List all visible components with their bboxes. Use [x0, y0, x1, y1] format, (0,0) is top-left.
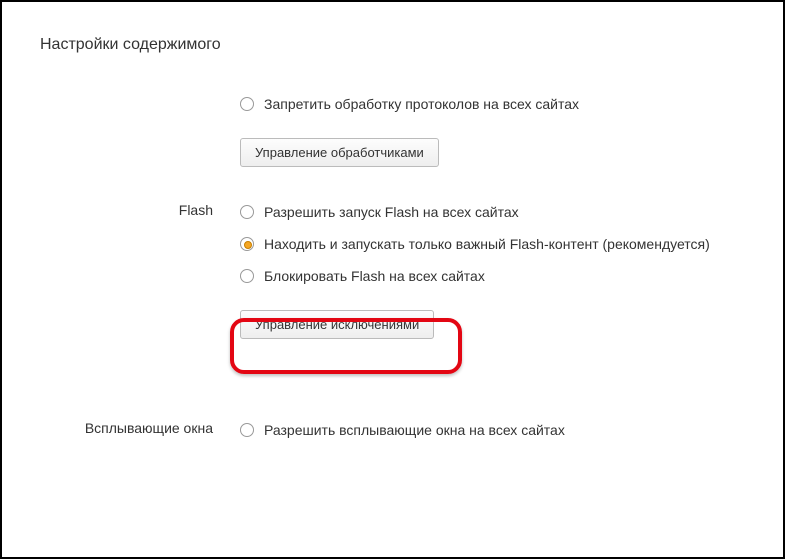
radio-label: Находить и запускать только важный Flash… — [264, 236, 710, 252]
radio-flash-block-all[interactable]: Блокировать Flash на всех сайтах — [240, 260, 765, 292]
radio-block-protocols[interactable]: Запретить обработку протоколов на всех с… — [240, 88, 765, 120]
radio-label: Разрешить запуск Flash на всех сайтах — [264, 204, 519, 220]
radio-popups-block-all[interactable]: Блокировать всплывающие окна на всех сай… — [240, 446, 765, 455]
radio-icon — [240, 205, 254, 219]
radio-label: Разрешить всплывающие окна на всех сайта… — [264, 422, 565, 438]
protocols-options: Запретить обработку протоколов на всех с… — [240, 88, 765, 167]
radio-flash-allow-all[interactable]: Разрешить запуск Flash на всех сайтах — [240, 196, 765, 228]
page-title: Настройки содержимого — [40, 36, 221, 54]
flash-options: Разрешить запуск Flash на всех сайтах На… — [240, 196, 765, 339]
popups-options: Разрешить всплывающие окна на всех сайта… — [240, 414, 765, 455]
radio-icon — [240, 269, 254, 283]
radio-icon — [240, 97, 254, 111]
radio-label: Запретить обработку протоколов на всех с… — [264, 96, 579, 112]
manage-handlers-button[interactable]: Управление обработчиками — [240, 138, 439, 167]
radio-flash-detect-important[interactable]: Находить и запускать только важный Flash… — [240, 228, 765, 260]
radio-label: Блокировать Flash на всех сайтах — [264, 268, 485, 284]
radio-icon — [240, 423, 254, 437]
radio-popups-allow-all[interactable]: Разрешить всплывающие окна на всех сайта… — [240, 414, 765, 446]
settings-frame: Настройки содержимого Запретить обработк… — [0, 0, 785, 559]
flash-section-label: Flash — [13, 202, 213, 218]
manage-flash-exceptions-button[interactable]: Управление исключениями — [240, 310, 434, 339]
popups-section-label: Всплывающие окна — [13, 420, 213, 436]
content-viewport: Настройки содержимого Запретить обработк… — [4, 4, 785, 455]
radio-icon — [240, 237, 254, 251]
radio-label: Блокировать всплывающие окна на всех сай… — [264, 454, 688, 455]
